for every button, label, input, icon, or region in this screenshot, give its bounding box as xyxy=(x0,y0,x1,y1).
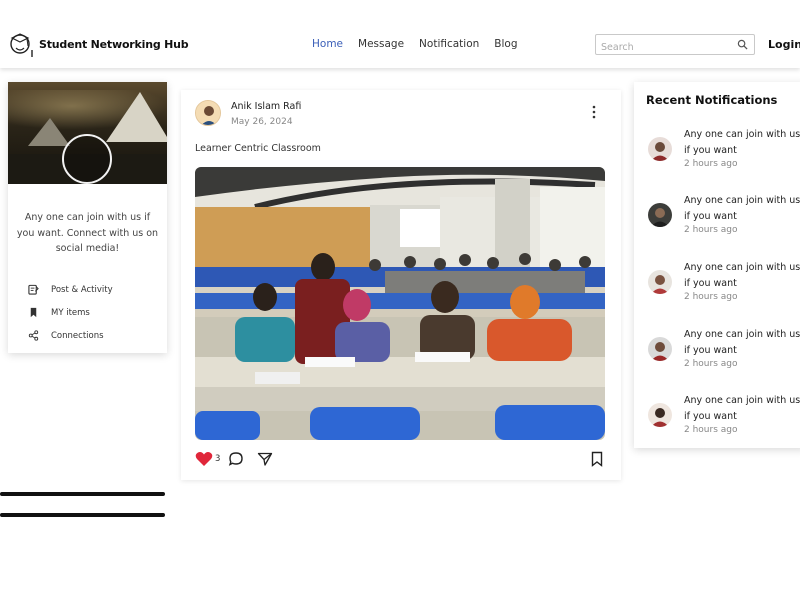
post-actions: 3 xyxy=(195,449,605,469)
nav-home[interactable]: Home xyxy=(312,38,343,50)
heart-icon[interactable] xyxy=(195,451,213,467)
notification-item[interactable]: Any one can join with us if you want 2 h… xyxy=(648,327,800,379)
menu-connections-label: Connections xyxy=(51,330,104,341)
notification-text: Any one can join with us if you want xyxy=(684,395,800,422)
notification-item[interactable]: Any one can join with us if you want 2 h… xyxy=(648,260,800,312)
decorative-line-bottom xyxy=(0,513,165,517)
decorative-line-top xyxy=(0,492,165,496)
menu-my-items-label: MY items xyxy=(51,307,90,318)
post-activity-icon xyxy=(28,284,39,295)
graduate-logo-icon xyxy=(10,33,33,57)
share-nodes-icon xyxy=(28,330,39,341)
notification-text: Any one can join with us if you want xyxy=(684,195,800,222)
notification-avatar xyxy=(648,270,672,294)
notification-time: 2 hours ago xyxy=(684,159,738,169)
search-icon[interactable] xyxy=(737,39,748,50)
notification-item[interactable]: Any one can join with us if you want 2 h… xyxy=(648,127,800,179)
comment-icon[interactable] xyxy=(228,451,244,467)
notification-item[interactable]: Any one can join with us if you want 2 h… xyxy=(648,393,800,445)
brand[interactable]: Student Networking Hub xyxy=(6,30,189,58)
search-box xyxy=(595,34,755,57)
menu-my-items[interactable]: MY items xyxy=(28,301,113,324)
post-caption: Learner Centric Classroom xyxy=(195,143,321,154)
more-options-icon[interactable] xyxy=(589,104,599,120)
classroom-photo xyxy=(195,167,605,440)
cover-shape-tent xyxy=(106,92,167,142)
profile-cover-image xyxy=(8,82,167,184)
notification-time: 2 hours ago xyxy=(684,425,738,435)
cover-shape-left xyxy=(28,118,70,146)
post-date: May 26, 2024 xyxy=(231,117,293,127)
menu-connections[interactable]: Connections xyxy=(28,324,113,347)
notification-time: 2 hours ago xyxy=(684,359,738,369)
login-button[interactable]: Login xyxy=(768,38,800,51)
nav-notification[interactable]: Notification xyxy=(419,38,479,50)
profile-card: Any one can join with us if you want. Co… xyxy=(8,82,167,353)
notification-text: Any one can join with us if you want xyxy=(684,262,800,289)
post-author-name[interactable]: Anik Islam Rafi xyxy=(231,101,301,112)
send-icon[interactable] xyxy=(257,451,273,467)
search-input[interactable] xyxy=(596,38,726,57)
post-author-avatar[interactable] xyxy=(195,100,221,126)
top-navbar: Student Networking Hub Home Message Noti… xyxy=(0,0,800,68)
menu-post-activity[interactable]: Post & Activity xyxy=(28,278,113,301)
notifications-title: Recent Notifications xyxy=(646,93,778,107)
notification-item[interactable]: Any one can join with us if you want 2 h… xyxy=(648,193,800,245)
nav-blog[interactable]: Blog xyxy=(494,38,517,50)
post-card: Anik Islam Rafi May 26, 2024 Learner Cen… xyxy=(181,90,621,480)
like-count: 3 xyxy=(215,454,221,464)
notifications-panel: Recent Notifications Any one can join wi… xyxy=(634,82,800,448)
brand-name: Student Networking Hub xyxy=(39,37,189,51)
profile-menu: Post & Activity MY items Connections xyxy=(28,278,113,347)
author-avatar-icon xyxy=(196,101,220,125)
notification-avatar xyxy=(648,203,672,227)
notification-time: 2 hours ago xyxy=(684,225,738,235)
profile-avatar[interactable] xyxy=(62,134,112,184)
nav-links: Home Message Notification Blog xyxy=(312,38,518,50)
notification-time: 2 hours ago xyxy=(684,292,738,302)
profile-bio: Any one can join with us if you want. Co… xyxy=(16,212,159,254)
notification-avatar xyxy=(648,337,672,361)
post-image[interactable] xyxy=(195,167,605,440)
notification-avatar xyxy=(648,403,672,427)
nav-message[interactable]: Message xyxy=(358,38,404,50)
notification-text: Any one can join with us if you want xyxy=(684,129,800,156)
notification-text: Any one can join with us if you want xyxy=(684,329,800,356)
bookmark-icon[interactable] xyxy=(591,451,603,467)
notification-avatar xyxy=(648,137,672,161)
bookmark-icon xyxy=(30,307,37,318)
menu-post-activity-label: Post & Activity xyxy=(51,284,113,295)
